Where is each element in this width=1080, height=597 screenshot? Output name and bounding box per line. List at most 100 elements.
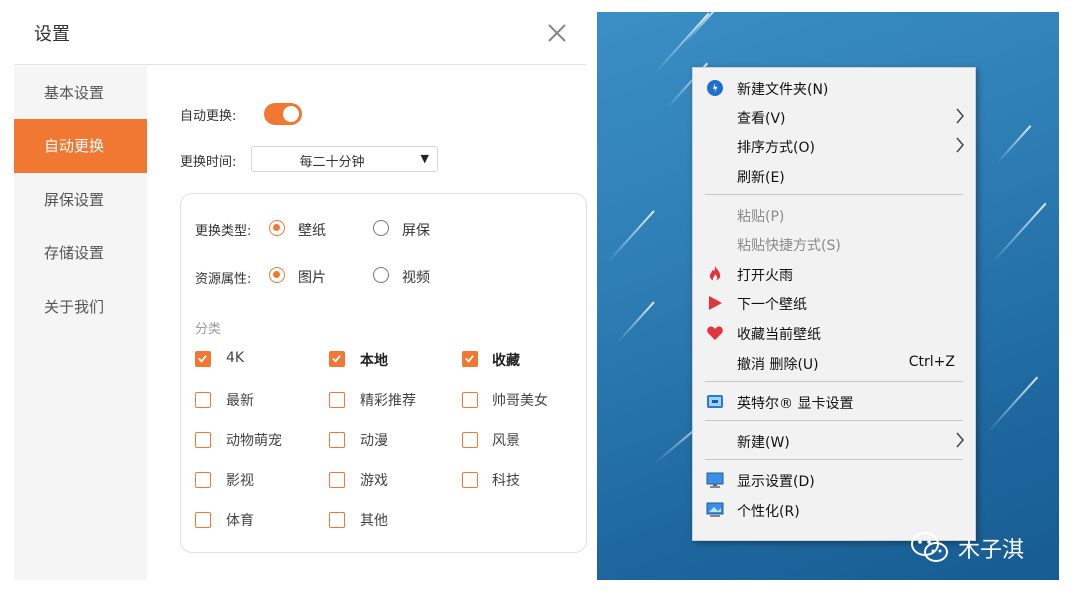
category-label: 帅哥美女 [492, 393, 548, 409]
category-checkbox[interactable] [462, 351, 478, 367]
category-checkbox[interactable] [329, 392, 345, 408]
new-folder-icon [706, 79, 724, 97]
shortcut-text: Ctrl+Z [908, 354, 955, 370]
category-checkbox[interactable] [195, 392, 211, 408]
menu-item-sort[interactable]: 排序方式(O) [693, 132, 977, 160]
category-checkbox[interactable] [195, 432, 211, 448]
category-checkbox[interactable] [195, 351, 211, 367]
menu-item-label: 粘贴(P) [737, 209, 785, 225]
window-title: 设置 [34, 24, 70, 45]
chevron-right-icon [956, 137, 964, 153]
menu-item-refresh[interactable]: 刷新(E) [693, 162, 977, 190]
play-icon [706, 294, 724, 312]
menu-item-label: 个性化(R) [737, 504, 800, 520]
title-bar: 设置 [14, 0, 586, 65]
category-label: 动物萌宠 [226, 433, 282, 449]
category-checkbox[interactable] [329, 512, 345, 528]
fire-icon [706, 265, 724, 283]
radio-video[interactable] [373, 267, 389, 283]
menu-item-label: 查看(V) [737, 111, 786, 127]
sidebar-item-about[interactable]: 关于我们 [14, 280, 147, 334]
menu-item-label: 英特尔® 显卡设置 [737, 396, 854, 412]
chevron-right-icon [956, 432, 964, 448]
menu-item-label: 新建(W) [737, 435, 790, 451]
category-label: 风景 [492, 433, 520, 449]
light-streak [606, 210, 655, 264]
menu-item-paste-shortcut[interactable]: 粘贴快捷方式(S) [693, 230, 977, 258]
category-label: 体育 [226, 513, 254, 529]
light-streak [654, 12, 710, 74]
close-icon [548, 24, 566, 42]
menu-item-display-settings[interactable]: 显示设置(D) [693, 466, 977, 494]
menu-separator [705, 459, 963, 460]
menu-item-label: 下一个壁纸 [737, 297, 807, 313]
menu-item-view[interactable]: 查看(V) [693, 103, 977, 131]
category-checkbox[interactable] [462, 432, 478, 448]
menu-item-undo-delete[interactable]: 撤消 删除(U) Ctrl+Z [693, 349, 977, 377]
menu-item-label: 显示设置(D) [737, 474, 815, 490]
menu-item-label: 打开火雨 [737, 268, 793, 284]
category-checkbox[interactable] [195, 472, 211, 488]
category-label: 游戏 [360, 473, 388, 489]
radio-image-label: 图片 [298, 270, 326, 286]
auto-change-toggle[interactable] [264, 103, 302, 125]
light-streak [991, 202, 1047, 264]
category-label: 最新 [226, 393, 254, 409]
sidebar-item-storage[interactable]: 存储设置 [14, 226, 147, 280]
menu-item-label: 粘贴快捷方式(S) [737, 238, 841, 254]
menu-item-new[interactable]: 新建(W) [693, 427, 977, 455]
check-icon [198, 355, 207, 363]
toggle-knob [283, 106, 299, 122]
menu-separator [705, 194, 963, 195]
sidebar-item-screensaver[interactable]: 屏保设置 [14, 173, 147, 227]
category-checkbox[interactable] [329, 351, 345, 367]
light-streak [684, 12, 720, 44]
menu-item-new-folder[interactable]: 新建文件夹(N) [693, 74, 977, 102]
watermark-text: 木子淇 [958, 538, 1025, 563]
menu-item-next-wallpaper[interactable]: 下一个壁纸 [693, 289, 977, 317]
radio-screensaver[interactable] [373, 220, 389, 236]
personalize-icon [706, 501, 724, 519]
menu-item-label: 撤消 删除(U) [737, 357, 819, 373]
interval-label: 更换时间: [180, 155, 237, 170]
light-streak [616, 301, 655, 344]
menu-item-label: 刷新(E) [737, 170, 785, 186]
menu-item-personalize[interactable]: 个性化(R) [693, 496, 977, 524]
radio-video-label: 视频 [402, 270, 430, 286]
heart-icon [706, 324, 724, 342]
intel-graphics-icon [706, 393, 724, 411]
auto-change-label: 自动更换: [180, 109, 237, 124]
sidebar-item-auto-change[interactable]: 自动更换 [14, 119, 147, 173]
category-label: 影视 [226, 473, 254, 489]
settings-content: 自动更换: 更换时间: 每二十分钟 ▼ 更换类型: 壁纸 屏保 资源属性: 图片… [147, 66, 587, 580]
category-label: 其他 [360, 513, 388, 529]
wechat-icon [911, 532, 948, 562]
menu-item-favorite-wallpaper[interactable]: 收藏当前壁纸 [693, 319, 977, 347]
category-label: 科技 [492, 473, 520, 489]
resource-label: 资源属性: [195, 272, 252, 287]
options-panel: 更换类型: 壁纸 屏保 资源属性: 图片 视频 分类 4K 本地 收藏 最新 精… [180, 193, 587, 553]
category-checkbox[interactable] [329, 472, 345, 488]
radio-wallpaper[interactable] [269, 220, 285, 236]
category-checkbox[interactable] [329, 432, 345, 448]
category-label: 本地 [360, 353, 388, 369]
category-checkbox[interactable] [462, 472, 478, 488]
radio-image[interactable] [269, 267, 285, 283]
desktop-context-menu: 新建文件夹(N) 查看(V) 排序方式(O) 刷新(E) 粘贴(P) 粘贴快捷方… [692, 67, 976, 541]
chevron-right-icon [956, 108, 964, 124]
category-label: 动漫 [360, 433, 388, 449]
check-icon [465, 355, 474, 363]
menu-item-open-app[interactable]: 打开火雨 [693, 260, 977, 288]
close-button[interactable] [542, 18, 572, 48]
category-heading: 分类 [195, 322, 222, 337]
category-checkbox[interactable] [462, 392, 478, 408]
menu-item-intel-graphics[interactable]: 英特尔® 显卡设置 [693, 388, 977, 416]
sidebar-item-basic[interactable]: 基本设置 [14, 66, 147, 120]
category-label: 4K [226, 350, 245, 366]
category-checkbox[interactable] [195, 512, 211, 528]
menu-item-label: 排序方式(O) [737, 140, 815, 156]
interval-select[interactable]: 每二十分钟 ▼ [251, 146, 438, 172]
menu-item-paste[interactable]: 粘贴(P) [693, 201, 977, 229]
menu-separator [705, 381, 963, 382]
menu-separator [705, 420, 963, 421]
